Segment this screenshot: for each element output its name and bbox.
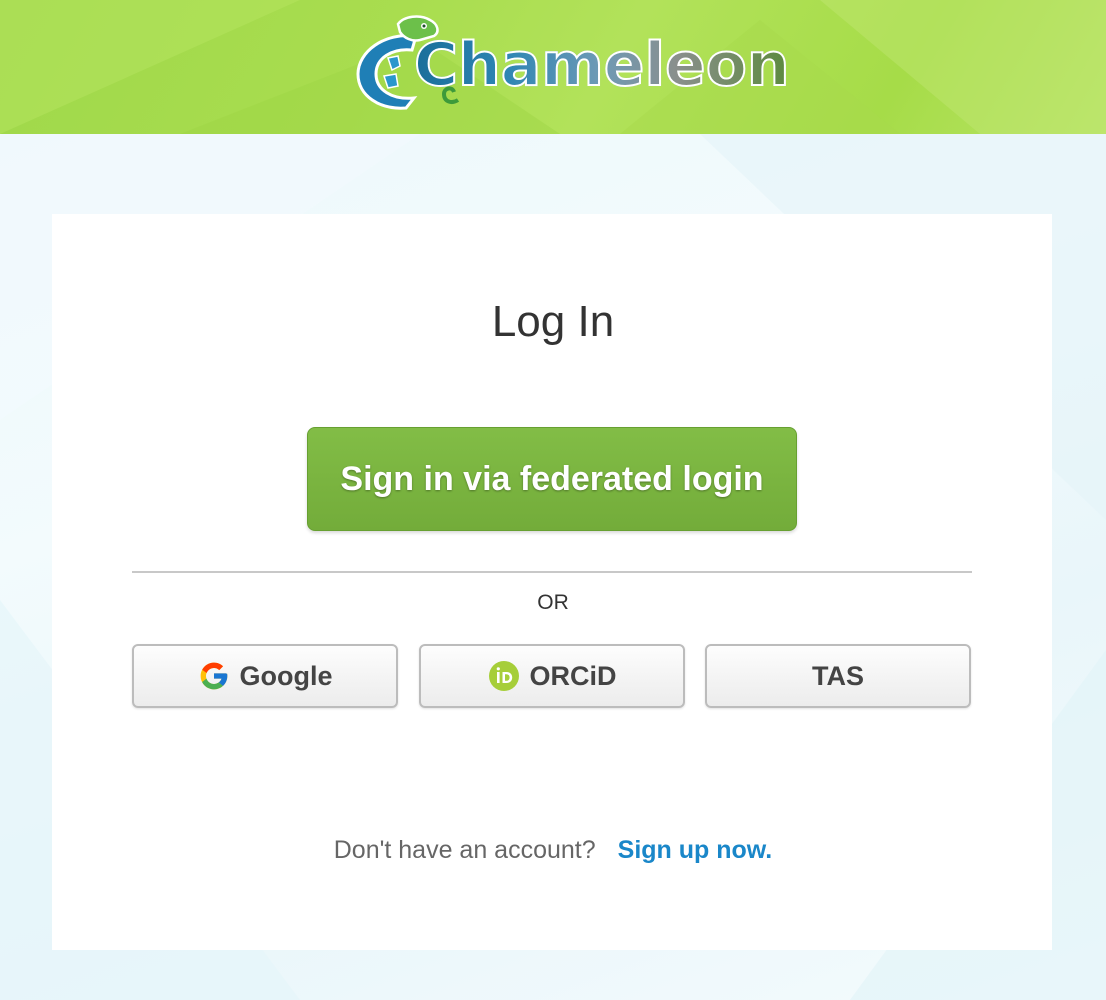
signup-row: Don't have an account? Sign up now. [0,834,1106,866]
header-banner: Chameleon [0,0,1106,134]
logo-wordmark: Chameleon [413,29,791,101]
orcid-button-label: ORCiD [529,660,617,691]
or-separator: OR [537,591,569,614]
signup-question: Don't have an account? [333,836,596,864]
google-button-label: Google [239,660,333,691]
orcid-icon [488,660,520,692]
orcid-login-button[interactable]: ORCiD [419,644,685,708]
google-icon [198,660,230,692]
tas-login-button[interactable]: TAS [705,644,971,708]
page-title: Log In [491,297,615,346]
google-login-button[interactable]: Google [132,644,398,708]
federated-login-button[interactable]: Sign in via federated login [307,427,797,531]
signup-link[interactable]: Sign up now. [618,836,773,864]
chameleon-logo[interactable]: Chameleon [354,12,791,112]
tas-button-label: TAS [812,660,864,691]
divider [132,571,972,573]
